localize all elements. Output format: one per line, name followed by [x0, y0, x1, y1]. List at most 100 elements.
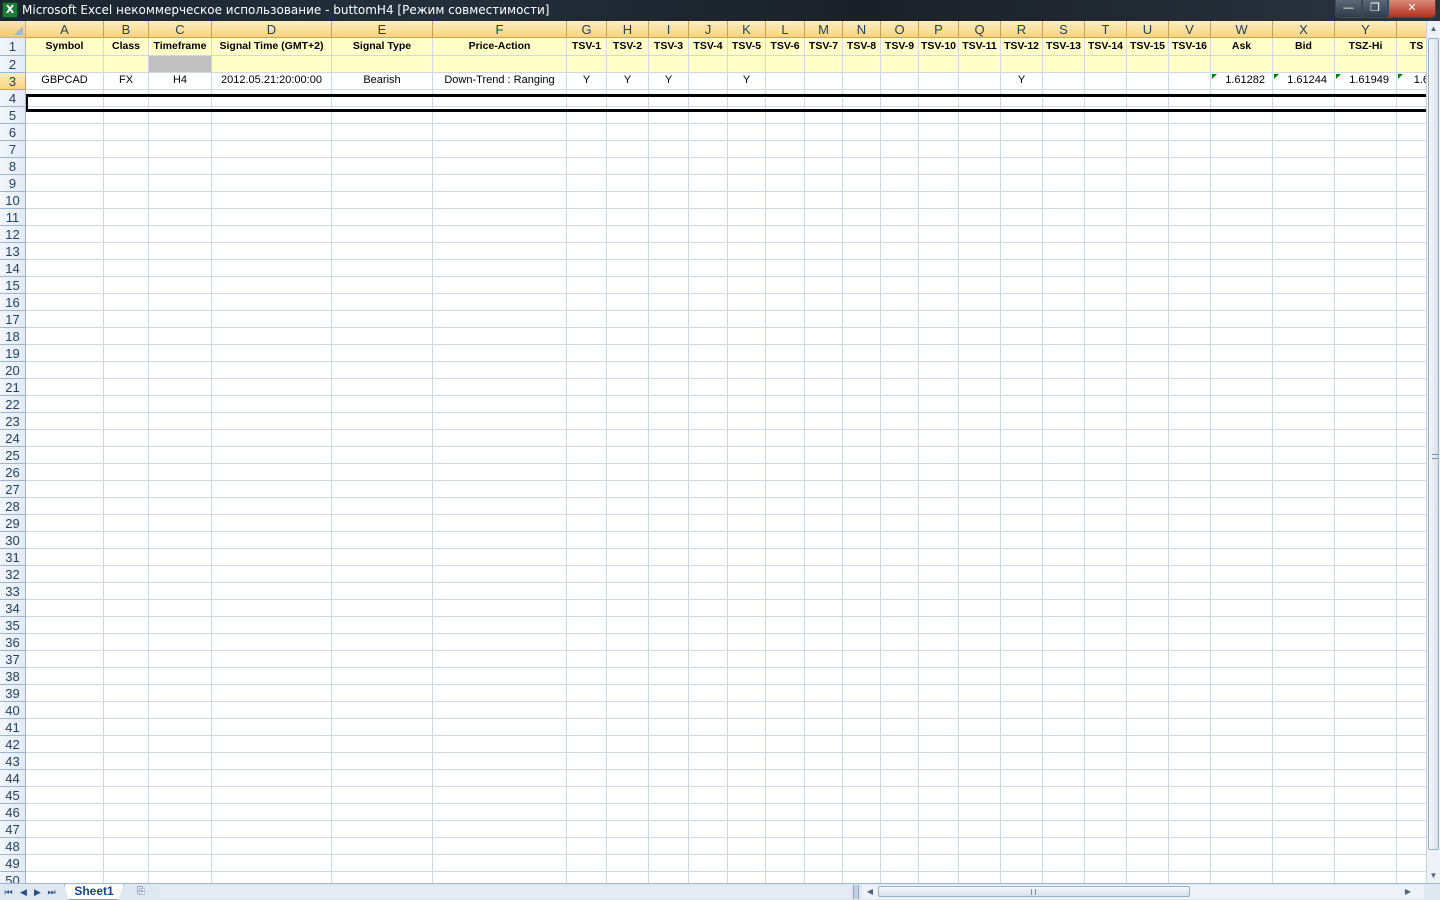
cell[interactable]: [1273, 838, 1335, 855]
cell[interactable]: [433, 413, 567, 430]
cell[interactable]: [689, 515, 728, 532]
cell[interactable]: [332, 753, 433, 770]
cell[interactable]: [567, 56, 607, 73]
cell[interactable]: [805, 175, 843, 192]
cell[interactable]: [843, 90, 881, 107]
cell[interactable]: [1001, 685, 1043, 702]
cell[interactable]: [433, 515, 567, 532]
cell[interactable]: [1085, 872, 1127, 883]
cell[interactable]: [649, 872, 689, 883]
cell[interactable]: [212, 736, 332, 753]
cell[interactable]: [843, 124, 881, 141]
cell[interactable]: [104, 345, 149, 362]
cell[interactable]: [766, 770, 805, 787]
cell[interactable]: [1397, 685, 1426, 702]
cell[interactable]: [26, 226, 104, 243]
header-cell[interactable]: TSV-10: [919, 38, 959, 56]
cell[interactable]: [649, 260, 689, 277]
cell[interactable]: [332, 107, 433, 124]
cell[interactable]: [881, 515, 919, 532]
cell[interactable]: [728, 277, 766, 294]
cell[interactable]: [1043, 855, 1085, 872]
last-sheet-icon[interactable]: ⏭: [45, 885, 58, 899]
header-cell[interactable]: TSV-1: [567, 38, 607, 56]
cell[interactable]: [567, 532, 607, 549]
cell[interactable]: [1085, 685, 1127, 702]
cell[interactable]: [1335, 56, 1397, 73]
cell[interactable]: [843, 277, 881, 294]
cell[interactable]: [104, 736, 149, 753]
cell[interactable]: [104, 787, 149, 804]
cell[interactable]: [1211, 838, 1273, 855]
cell[interactable]: [881, 583, 919, 600]
cell[interactable]: [212, 685, 332, 702]
cell[interactable]: [1273, 277, 1335, 294]
cell[interactable]: [149, 56, 212, 73]
cell[interactable]: [433, 804, 567, 821]
cell[interactable]: [332, 362, 433, 379]
cell[interactable]: [919, 549, 959, 566]
row-header[interactable]: 40: [0, 702, 26, 719]
cell[interactable]: [881, 498, 919, 515]
cell[interactable]: [728, 362, 766, 379]
cell[interactable]: [1335, 430, 1397, 447]
cell[interactable]: [332, 447, 433, 464]
cell[interactable]: [1273, 668, 1335, 685]
cell[interactable]: [919, 328, 959, 345]
cell[interactable]: [104, 617, 149, 634]
cell[interactable]: [1211, 583, 1273, 600]
cell[interactable]: [843, 243, 881, 260]
cell[interactable]: [919, 294, 959, 311]
cell[interactable]: [1273, 362, 1335, 379]
cell[interactable]: [689, 277, 728, 294]
cell[interactable]: [649, 566, 689, 583]
cell[interactable]: [26, 838, 104, 855]
scroll-down-arrow-icon[interactable]: ▼: [1427, 868, 1440, 883]
cell[interactable]: [649, 226, 689, 243]
cell[interactable]: [1335, 804, 1397, 821]
cell[interactable]: [104, 447, 149, 464]
cell[interactable]: [881, 277, 919, 294]
cell[interactable]: [149, 770, 212, 787]
cell[interactable]: [1043, 668, 1085, 685]
cell[interactable]: [728, 158, 766, 175]
cell[interactable]: [689, 243, 728, 260]
cell[interactable]: [881, 685, 919, 702]
cell[interactable]: [805, 226, 843, 243]
cell[interactable]: [26, 617, 104, 634]
cell[interactable]: [919, 532, 959, 549]
cell[interactable]: [919, 362, 959, 379]
cell[interactable]: [959, 821, 1001, 838]
cell[interactable]: [805, 634, 843, 651]
cell[interactable]: [104, 702, 149, 719]
cell[interactable]: [26, 209, 104, 226]
cell[interactable]: [728, 668, 766, 685]
cell[interactable]: [1273, 328, 1335, 345]
cell[interactable]: [212, 277, 332, 294]
cell[interactable]: [1273, 90, 1335, 107]
cell[interactable]: [149, 192, 212, 209]
cell[interactable]: [1085, 515, 1127, 532]
cell[interactable]: [607, 515, 649, 532]
cell[interactable]: [1397, 226, 1426, 243]
cell[interactable]: [26, 192, 104, 209]
cell[interactable]: [689, 175, 728, 192]
cell[interactable]: [1273, 804, 1335, 821]
cell[interactable]: [1085, 56, 1127, 73]
cell[interactable]: [1085, 430, 1127, 447]
data-cell[interactable]: GBPCAD: [26, 73, 104, 90]
cell[interactable]: [212, 838, 332, 855]
cell[interactable]: [212, 396, 332, 413]
data-cell[interactable]: Y: [728, 73, 766, 90]
cell[interactable]: [212, 56, 332, 73]
cell[interactable]: [1127, 413, 1169, 430]
cell[interactable]: [728, 464, 766, 481]
cell[interactable]: [1335, 124, 1397, 141]
cell[interactable]: [843, 362, 881, 379]
header-cell[interactable]: TSV-2: [607, 38, 649, 56]
cell[interactable]: [728, 719, 766, 736]
cell[interactable]: [1085, 855, 1127, 872]
cell[interactable]: [1211, 702, 1273, 719]
cell[interactable]: [1211, 175, 1273, 192]
cell[interactable]: [959, 634, 1001, 651]
